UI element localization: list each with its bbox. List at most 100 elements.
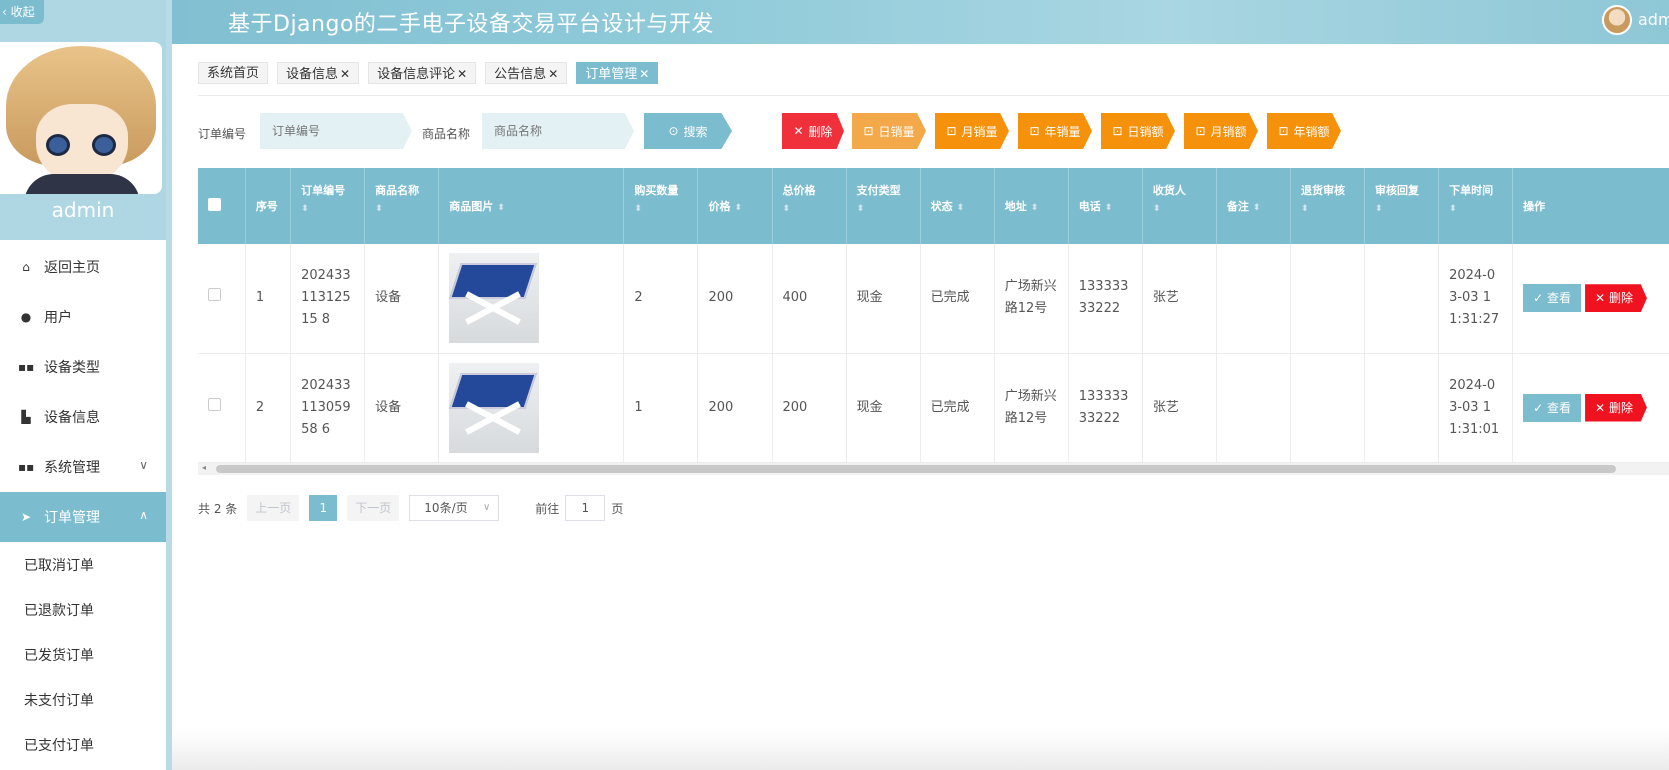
sort-icon: ⬍ [956, 203, 965, 213]
cell-address: 广场新兴路12号 [994, 244, 1069, 354]
next-page-button[interactable]: 下一页 [347, 495, 400, 521]
search-icon: ⊙ [668, 124, 679, 138]
col-audit-reply[interactable]: 审核回复 ⬍ [1364, 168, 1440, 244]
product-name-label: 商品名称 [422, 127, 471, 141]
submenu-unpaid-orders[interactable]: 未支付订单 [0, 677, 166, 722]
submenu-refunded-orders[interactable]: 已退款订单 [0, 587, 166, 632]
col-phone[interactable]: 电话 ⬍ [1068, 168, 1143, 244]
row-delete-button[interactable]: ✕ 删除 [1585, 284, 1647, 313]
monthly-sales-amount-button[interactable]: ⊡ 月销额 [1184, 113, 1258, 149]
tab-order-management[interactable]: 订单管理 ✕ [576, 62, 659, 84]
close-icon: ✕ [793, 124, 804, 138]
daily-sales-volume-button[interactable]: ⊡ 日销量 [852, 113, 926, 149]
col-receiver[interactable]: 收货人 ⬍ [1142, 168, 1217, 244]
yearly-sales-amount-button[interactable]: ⊡ 年销额 [1267, 113, 1341, 149]
sidebar-item-system[interactable]: ▪▪ 系统管理 ∨ [0, 442, 166, 492]
col-total-price[interactable]: 总价格 ⬍ [772, 168, 847, 244]
col-address[interactable]: 地址 ⬍ [994, 168, 1069, 244]
col-return-audit[interactable]: 退货审核 ⬍ [1290, 168, 1366, 244]
col-remark[interactable]: 备注 ⬍ [1216, 168, 1291, 244]
daily-sales-amount-button[interactable]: ⊡ 日销额 [1101, 113, 1175, 149]
page-unit-label: 页 [611, 501, 624, 516]
order-no-input[interactable] [260, 113, 412, 149]
grid-icon: ▪▪ [18, 460, 35, 474]
close-icon[interactable]: ✕ [548, 67, 558, 81]
sidebar-menu: ⌂ 返回主页 ● 用户 ▪▪ 设备类型 ▙ 设备信息 ▪▪ 系统管理 ∨ ➤ 订… [0, 242, 166, 767]
search-button[interactable]: ⊙ 搜索 [644, 113, 732, 149]
col-order-no[interactable]: 订单编号 ⬍ [290, 168, 366, 244]
sidebar-item-user[interactable]: ● 用户 [0, 292, 166, 342]
cell-quantity: 1 [623, 353, 699, 463]
sort-icon: ⬍ [497, 203, 505, 213]
col-product-image[interactable]: 商品图片 ⬍ [438, 168, 625, 244]
cell-receiver: 张艺 [1142, 244, 1217, 354]
chevron-down-icon: ∨ [482, 502, 491, 513]
sort-icon: ⬍ [1104, 203, 1113, 213]
check-icon: ✓ [1533, 400, 1544, 415]
scrollbar-thumb[interactable] [216, 465, 1616, 473]
chevron-up-icon: ∧ [139, 508, 148, 522]
cell-phone: 13333333222 [1068, 353, 1143, 463]
order-no-label: 订单编号 [198, 127, 247, 141]
sidebar-item-device-info[interactable]: ▙ 设备信息 [0, 392, 166, 442]
yearly-sales-volume-button[interactable]: ⊡ 年销量 [1018, 113, 1092, 149]
page-number-button[interactable]: 1 [309, 495, 338, 521]
monthly-sales-volume-button[interactable]: ⊡ 月销量 [935, 113, 1009, 149]
user-avatar[interactable] [1602, 5, 1632, 35]
sort-icon: ⬍ [1152, 204, 1161, 214]
table-row: 2 20243311305958 6 设备 1 200 200 现金 已完成 广… [198, 353, 1669, 463]
export-icon: ⊡ [946, 124, 957, 138]
goto-page-input[interactable] [565, 495, 606, 521]
tab-announcements[interactable]: 公告信息 ✕ [485, 62, 568, 84]
view-button[interactable]: ✓ 查看 [1523, 284, 1582, 313]
col-status[interactable]: 状态 ⬍ [920, 168, 995, 244]
prev-page-button[interactable]: 上一页 [247, 495, 300, 521]
page-size-select[interactable]: 10条/页 ∨ [409, 495, 500, 521]
col-product-name[interactable]: 商品名称 ⬍ [364, 168, 440, 244]
total-count: 共 2 条 [198, 501, 238, 516]
row-checkbox[interactable] [208, 288, 221, 302]
sort-icon: ⬍ [634, 204, 642, 214]
col-index[interactable]: 序号 [245, 168, 292, 244]
select-all-checkbox[interactable] [208, 198, 221, 211]
product-name-input[interactable] [482, 113, 634, 149]
sort-icon: ⬍ [1375, 204, 1383, 214]
view-button[interactable]: ✓ 查看 [1523, 393, 1582, 422]
export-icon: ⊡ [1195, 124, 1206, 138]
cell-total: 400 [772, 244, 847, 354]
submenu-cancelled-orders[interactable]: 已取消订单 [0, 542, 166, 587]
sidebar-item-home[interactable]: ⌂ 返回主页 [0, 242, 166, 292]
export-icon: ⊡ [1278, 124, 1289, 138]
cell-pay-type: 现金 [846, 244, 921, 354]
close-icon[interactable]: ✕ [340, 67, 350, 81]
col-pay-type[interactable]: 支付类型 ⬍ [846, 168, 921, 244]
profile-avatar [0, 42, 162, 194]
cell-order-time: 2024-03-03 11:31:01 [1438, 353, 1514, 463]
tab-home[interactable]: 系统首页 [198, 62, 269, 84]
row-checkbox[interactable] [208, 397, 221, 411]
submenu-shipped-orders[interactable]: 已发货订单 [0, 632, 166, 677]
delete-button[interactable]: ✕ 删除 [782, 113, 844, 149]
sort-icon: ⬍ [734, 203, 742, 213]
tab-device-info[interactable]: 设备信息 ✕ [277, 62, 360, 84]
horizontal-scrollbar[interactable]: ◂ [198, 463, 1669, 475]
cell-status: 已完成 [920, 353, 995, 463]
col-price[interactable]: 价格 ⬍ [697, 168, 773, 244]
cell-remark [1216, 353, 1291, 463]
row-delete-button[interactable]: ✕ 删除 [1585, 393, 1647, 422]
col-quantity[interactable]: 购买数量 ⬍ [623, 168, 699, 244]
check-icon: ✓ [1533, 291, 1544, 306]
sidebar-item-orders[interactable]: ➤ 订单管理 ∧ [0, 492, 166, 542]
close-icon[interactable]: ✕ [457, 67, 467, 81]
col-order-time[interactable]: 下单时间 ⬍ [1438, 168, 1514, 244]
product-image[interactable] [449, 253, 540, 344]
product-image[interactable] [449, 362, 540, 453]
scroll-left-icon[interactable]: ◂ [202, 463, 206, 472]
header-username[interactable]: adm [1638, 10, 1669, 29]
submenu-paid-orders[interactable]: 已支付订单 [0, 722, 166, 767]
send-icon: ➤ [20, 510, 32, 524]
sidebar-item-device-type[interactable]: ▪▪ 设备类型 [0, 342, 166, 392]
tab-device-comments[interactable]: 设备信息评论 ✕ [368, 62, 477, 84]
close-icon[interactable]: ✕ [639, 67, 649, 81]
collapse-button[interactable]: ‹ 收起 [0, 0, 44, 24]
